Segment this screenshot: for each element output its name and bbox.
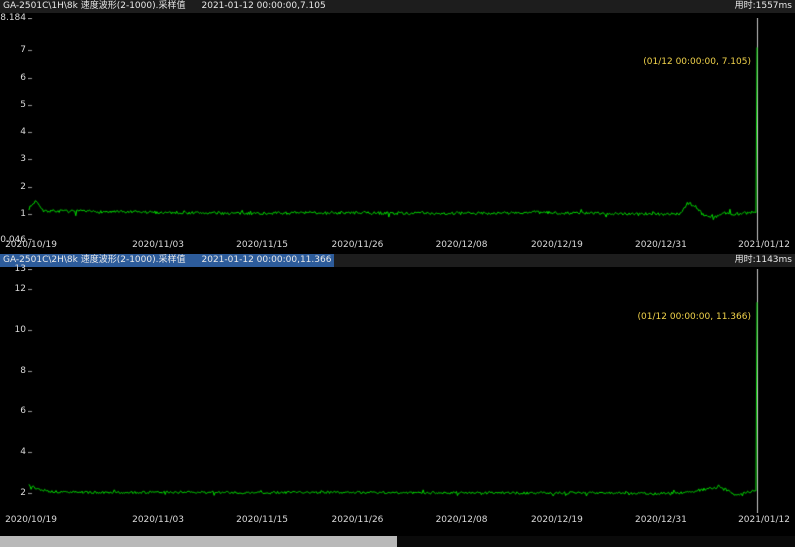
- x-tick-label: 2020/12/31: [631, 515, 691, 526]
- x-tick-label: 2020/12/31: [631, 240, 691, 251]
- trend-monitor-window: GA-2501C\1H\8k 速度波形(2-1000).采样值 2021-01-1…: [0, 0, 795, 547]
- x-tick-label: 2020/11/15: [232, 515, 292, 526]
- chart1-header[interactable]: GA-2501C\1H\8k 速度波形(2-1000).采样值 2021-01-1…: [0, 0, 795, 13]
- x-tick-label: 2021/01/12: [734, 515, 794, 526]
- x-tick-label: 2020/12/08: [432, 240, 492, 251]
- y-tick-label: 5: [0, 100, 26, 110]
- x-tick-label: 2020/11/15: [232, 240, 292, 251]
- trend-plot-canvas-1[interactable]: [28, 18, 765, 240]
- x-tick-label: 2020/10/19: [1, 240, 61, 251]
- y-tick-label: 6: [0, 406, 26, 416]
- x-tick-label: 2020/11/26: [327, 240, 387, 251]
- x-tick-label: 2020/11/26: [327, 515, 387, 526]
- chart2-header[interactable]: GA-2501C\2H\8k 速度波形(2-1000).采样值 2021-01-1…: [0, 254, 795, 267]
- y-tick-label: 1: [0, 209, 26, 219]
- trend-plot-canvas-2[interactable]: [28, 269, 765, 513]
- cursor-annotation: (01/12 00:00:00, 7.105): [643, 57, 751, 67]
- chart1-header-text: GA-2501C\1H\8k 速度波形(2-1000).采样值 2021-01-1…: [0, 0, 329, 13]
- x-tick-label: 2020/12/08: [432, 515, 492, 526]
- chart1-elapsed-time: 用时:1557ms: [735, 0, 792, 13]
- x-tick-label: 2020/10/19: [1, 515, 61, 526]
- x-tick-label: 2020/11/03: [128, 240, 188, 251]
- y-tick-label: 4: [0, 447, 26, 457]
- x-tick-label: 2020/12/19: [527, 240, 587, 251]
- y-tick-label: 12: [0, 284, 26, 294]
- y-tick-label: 6: [0, 73, 26, 83]
- chart2-header-text: GA-2501C\2H\8k 速度波形(2-1000).采样值 2021-01-1…: [0, 254, 334, 267]
- chart2-cursor-readout: 2021-01-12 00:00:00,11.366: [202, 255, 332, 265]
- y-tick-label: 13: [0, 264, 26, 274]
- chart1-title: GA-2501C\1H\8k 速度波形(2-1000).采样值: [3, 1, 186, 11]
- y-tick-label: 2: [0, 182, 26, 192]
- horizontal-scrollbar[interactable]: [0, 536, 795, 547]
- y-tick-label: 4: [0, 127, 26, 137]
- cursor-annotation: (01/12 00:00:00, 11.366): [638, 312, 751, 322]
- y-tick-label: 10: [0, 325, 26, 335]
- y-tick-label: 7: [0, 45, 26, 55]
- x-tick-label: 2021/01/12: [734, 240, 794, 251]
- x-tick-label: 2020/12/19: [527, 515, 587, 526]
- x-tick-label: 2020/11/03: [128, 515, 188, 526]
- chart2-elapsed-time: 用时:1143ms: [735, 254, 792, 267]
- y-tick-label: 8.184: [0, 13, 26, 23]
- y-tick-label: 3: [0, 154, 26, 164]
- y-tick-label: 2: [0, 488, 26, 498]
- y-tick-label: 8: [0, 366, 26, 376]
- chart2-title: GA-2501C\2H\8k 速度波形(2-1000).采样值: [3, 255, 186, 265]
- scrollbar-thumb[interactable]: [0, 536, 397, 547]
- chart1-cursor-readout: 2021-01-12 00:00:00,7.105: [202, 1, 326, 11]
